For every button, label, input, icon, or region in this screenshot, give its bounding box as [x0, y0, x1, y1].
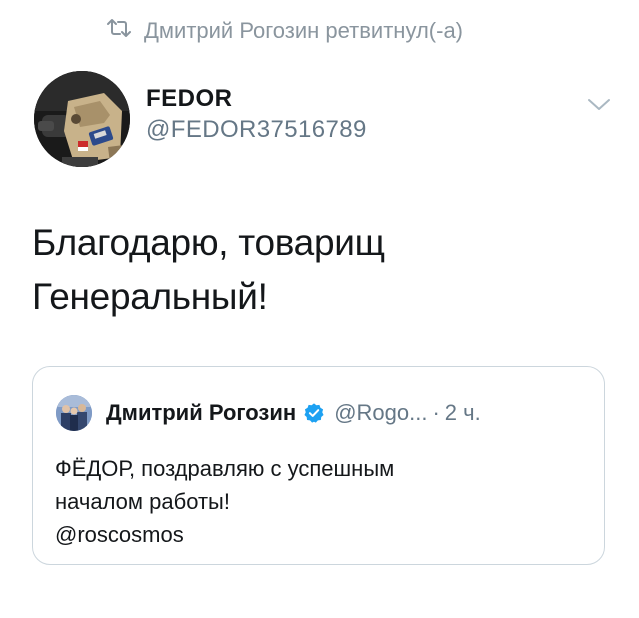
tweet-text-line: Генеральный! [32, 276, 268, 317]
retweet-text[interactable]: Дмитрий Рогозин ретвитнул(-а) [144, 18, 463, 44]
author-name[interactable]: FEDOR [146, 84, 367, 114]
verified-badge-icon [304, 403, 324, 423]
quoted-mention-link[interactable]: @roscosmos [55, 518, 575, 551]
robot-avatar-icon [34, 71, 130, 167]
quoted-timestamp[interactable]: 2 ч. [445, 397, 481, 429]
quoted-header: Дмитрий Рогозин @Rogo... · 2 ч. [106, 397, 481, 429]
tweet-text-line: Благодарю, товарищ [32, 222, 385, 263]
quoted-text-line: ФЁДОР, поздравляю с успешным [55, 456, 395, 481]
tweet-text: Благодарю, товарищ Генеральный! [32, 216, 592, 324]
author-avatar[interactable] [34, 71, 130, 167]
quoted-author-avatar[interactable] [56, 395, 92, 431]
author-block: FEDOR @FEDOR37516789 [146, 84, 367, 146]
tweet-menu-button[interactable] [585, 93, 613, 115]
quoted-tweet-card[interactable]: Дмитрий Рогозин @Rogo... · 2 ч. ФЁДОР, п… [32, 366, 605, 565]
person-photo-icon [56, 395, 92, 431]
quoted-author-handle[interactable]: @Rogo... [334, 397, 427, 429]
quoted-text-line: началом работы! [55, 489, 230, 514]
author-handle[interactable]: @FEDOR37516789 [146, 114, 367, 146]
retweet-context: Дмитрий Рогозин ретвитнул(-а) [106, 18, 463, 44]
quoted-text: ФЁДОР, поздравляю с успешным началом раб… [55, 452, 575, 551]
chevron-down-icon [588, 99, 610, 110]
separator-dot: · [432, 400, 440, 425]
quoted-author-name[interactable]: Дмитрий Рогозин [106, 397, 296, 429]
retweet-icon [106, 18, 132, 44]
